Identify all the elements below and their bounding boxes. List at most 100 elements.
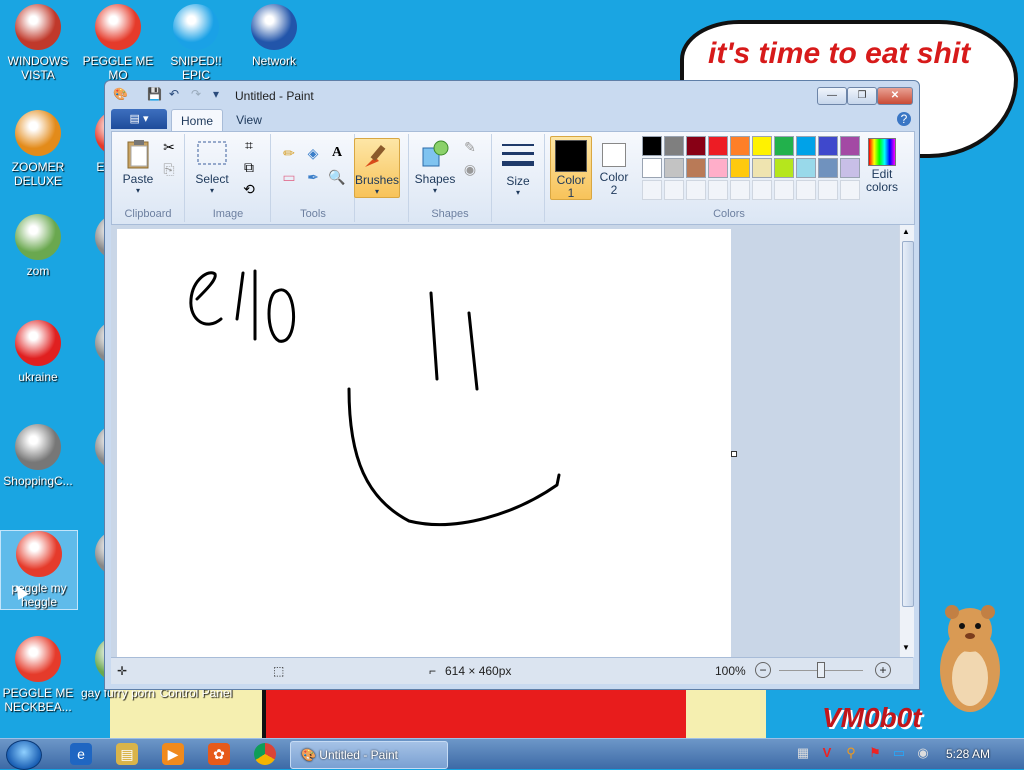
desktop-icon[interactable]: zom <box>0 214 76 278</box>
tab-view[interactable]: View <box>227 109 271 131</box>
palette-swatch[interactable] <box>642 180 662 200</box>
flag-tray-icon[interactable]: ⚑ <box>868 746 882 760</box>
zoom-slider-thumb[interactable] <box>817 662 825 678</box>
paint-pinned-icon[interactable]: ✿ <box>208 743 230 765</box>
cut-icon[interactable]: ✂ <box>160 138 178 156</box>
zoom-out-button[interactable]: − <box>755 662 771 678</box>
resize-icon[interactable]: ⧉ <box>240 158 258 176</box>
resize-handle[interactable] <box>731 451 737 457</box>
undo-icon[interactable]: ↶ <box>167 87 181 101</box>
paste-button[interactable]: Paste ▾ <box>118 138 158 195</box>
chrome-icon[interactable] <box>254 743 276 765</box>
palette-swatch[interactable] <box>840 158 860 178</box>
start-button[interactable] <box>6 740 42 770</box>
color1-button[interactable]: Color 1 <box>550 136 592 200</box>
scrollbar-thumb[interactable] <box>902 241 914 607</box>
desktop-icon[interactable]: WINDOWS VISTA <box>0 4 76 82</box>
copy-icon[interactable]: ⎘ <box>160 160 178 178</box>
palette-swatch[interactable] <box>796 136 816 156</box>
tab-home[interactable]: Home <box>171 109 223 132</box>
palette-swatch[interactable] <box>818 180 838 200</box>
magnifier-icon[interactable]: 🔍 <box>328 168 346 186</box>
save-icon[interactable]: 💾 <box>147 87 162 101</box>
pencil-icon[interactable]: ✏ <box>280 144 298 162</box>
color-picker-icon[interactable]: ✒ <box>304 168 322 186</box>
taskbar-paint-task[interactable]: 🎨 Untitled - Paint <box>290 741 448 769</box>
palette-swatch[interactable] <box>774 158 794 178</box>
desktop-icon[interactable]: ShoppingC... <box>0 424 76 488</box>
palette-swatch[interactable] <box>774 136 794 156</box>
palette-swatch[interactable] <box>840 136 860 156</box>
outline-icon[interactable]: ✎ <box>461 138 479 156</box>
minimize-button[interactable]: — <box>817 87 847 105</box>
palette-swatch[interactable] <box>752 158 772 178</box>
desktop-icon[interactable]: ukraine <box>0 320 76 384</box>
size-button[interactable]: Size ▾ <box>496 140 540 197</box>
internet-explorer-icon[interactable]: e <box>70 743 92 765</box>
palette-swatch[interactable] <box>686 158 706 178</box>
clock[interactable]: 5:28 AM <box>946 747 990 761</box>
fill-shape-icon[interactable]: ◉ <box>461 160 479 178</box>
crop-icon[interactable]: ⌗ <box>240 136 258 154</box>
palette-swatch[interactable] <box>840 180 860 200</box>
desktop-icon[interactable]: ZOOMER DELUXE <box>0 110 76 188</box>
palette-swatch[interactable] <box>708 180 728 200</box>
media-player-icon[interactable]: ▶ <box>162 743 184 765</box>
shapes-button[interactable]: Shapes ▾ <box>413 138 457 195</box>
palette-swatch[interactable] <box>818 158 838 178</box>
palette-swatch[interactable] <box>818 136 838 156</box>
palette-swatch[interactable] <box>708 158 728 178</box>
paint-menu-button[interactable]: ▤ ▾ <box>111 109 167 129</box>
scroll-up-icon[interactable]: ▲ <box>902 227 910 236</box>
antivirus-tray-icon[interactable]: V <box>820 746 834 760</box>
title-bar[interactable]: 🎨 💾 ↶ ↷ ▾ Untitled - Paint — ❐ ✕ <box>105 81 919 109</box>
zoom-in-button[interactable]: + <box>875 662 891 678</box>
brushes-button[interactable]: Brushes ▾ <box>354 138 400 198</box>
drawing-canvas[interactable] <box>117 229 731 657</box>
paint-window[interactable]: 🎨 💾 ↶ ↷ ▾ Untitled - Paint — ❐ ✕ ▤ ▾ Hom… <box>104 80 920 690</box>
maximize-button[interactable]: ❐ <box>847 87 877 105</box>
palette-swatch[interactable] <box>664 180 684 200</box>
help-icon[interactable]: ? <box>897 112 911 126</box>
palette-swatch[interactable] <box>708 136 728 156</box>
selection-size-icon: ⬚ <box>273 664 285 678</box>
desktop-icon[interactable]: peggle my heggle <box>0 530 78 610</box>
search-tray-icon[interactable]: ⚲ <box>844 746 858 760</box>
palette-swatch[interactable] <box>752 136 772 156</box>
close-button[interactable]: ✕ <box>877 87 913 105</box>
app-icon <box>172 4 220 52</box>
palette-swatch[interactable] <box>730 136 750 156</box>
text-icon[interactable]: A <box>328 144 346 162</box>
vertical-scrollbar[interactable]: ▲ ▼ <box>899 225 914 657</box>
palette-swatch[interactable] <box>730 180 750 200</box>
redo-icon[interactable]: ↷ <box>189 87 203 101</box>
palette-swatch[interactable] <box>664 158 684 178</box>
desktop-icon[interactable]: PEGGLE ME MO <box>80 4 156 82</box>
file-explorer-icon[interactable]: ▤ <box>116 743 138 765</box>
desktop-icon[interactable]: PEGGLE ME NECKBEA... <box>0 636 76 714</box>
palette-swatch[interactable] <box>686 136 706 156</box>
palette-swatch[interactable] <box>642 136 662 156</box>
network-tray-icon[interactable]: ▭ <box>892 746 906 760</box>
customize-toolbar-icon[interactable]: ▾ <box>209 87 223 101</box>
palette-swatch[interactable] <box>774 180 794 200</box>
edit-colors-button[interactable]: Edit colors <box>858 136 906 194</box>
palette-swatch[interactable] <box>796 158 816 178</box>
palette-swatch[interactable] <box>730 158 750 178</box>
fill-icon[interactable]: ◈ <box>304 144 322 162</box>
desktop-icon[interactable]: Network <box>236 4 312 68</box>
palette-swatch[interactable] <box>664 136 684 156</box>
desktop-icon[interactable]: SNIPED!! EPIC <box>158 4 234 82</box>
rotate-icon[interactable]: ⟲ <box>240 180 258 198</box>
paint-app-icon[interactable]: 🎨 <box>113 87 128 101</box>
scroll-down-icon[interactable]: ▼ <box>902 643 910 652</box>
palette-swatch[interactable] <box>752 180 772 200</box>
palette-swatch[interactable] <box>686 180 706 200</box>
palette-swatch[interactable] <box>642 158 662 178</box>
tray-icon[interactable]: ▦ <box>796 746 810 760</box>
color2-button[interactable]: Color 2 <box>594 136 634 198</box>
volume-tray-icon[interactable]: ◉ <box>916 746 930 760</box>
eraser-icon[interactable]: ▭ <box>280 168 298 186</box>
palette-swatch[interactable] <box>796 180 816 200</box>
select-button[interactable]: Select ▾ <box>192 138 232 195</box>
